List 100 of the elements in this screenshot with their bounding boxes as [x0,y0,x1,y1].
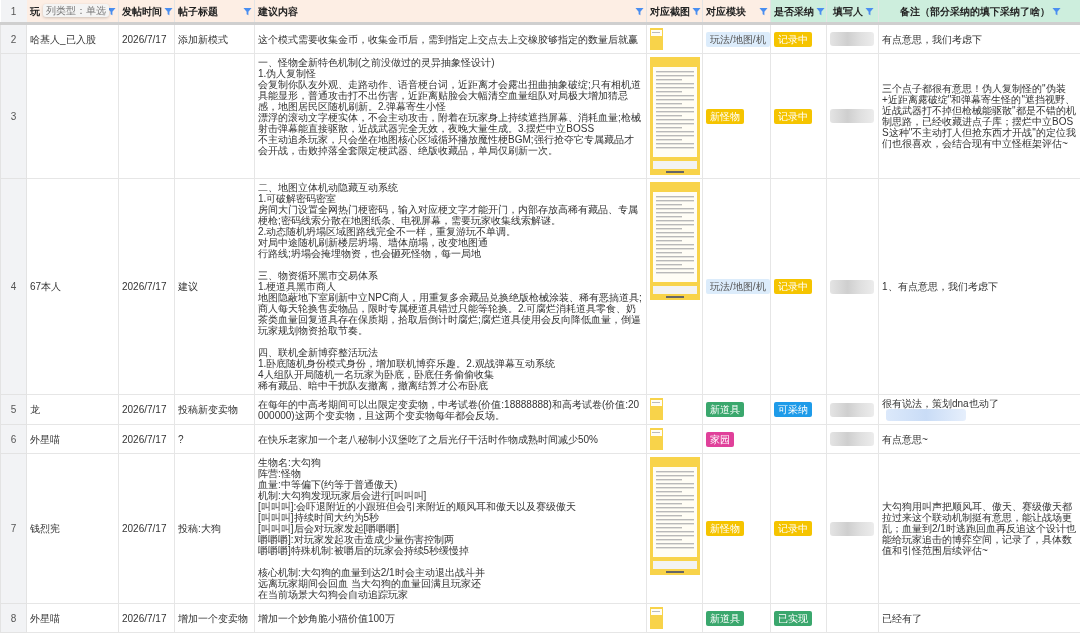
header-label: 帖子标题 [178,5,218,17]
row-number: 8 [0,603,27,633]
suggestion-text: 核心机制:大勾狗的血量到达2/1时会主动退出战斗并 [258,567,486,579]
screenshot-thumbnail[interactable] [650,57,700,175]
header-label: 备注（部分采纳的填下采纳了啥） [899,5,1050,17]
header-label: 玩 [29,5,40,17]
suggestion-text: [叫叫叫]持续时间大约为5秒 [258,512,380,524]
row-number: 2 [0,23,27,54]
module-tag: 新怪物 [706,108,744,124]
column-type-tooltip: 列类型：单选 [42,4,109,17]
post-title: 投稿新变卖物 [174,394,255,425]
post-title: 建议 [174,178,255,395]
header-label: 是否采纳 [774,5,814,17]
player-name: 67本人 [26,178,119,395]
screenshot-thumbnail[interactable] [650,457,700,576]
suggestion-text: 1.卧底随机身份模式身份，增加联机博弈乐趣。2.观战弹幕互动系统 [258,358,556,369]
player-name: 外星喵 [26,603,119,633]
screenshot-thumbnail[interactable] [650,28,663,50]
suggestion-text: 1.梗道具黑市商人 [258,281,337,292]
adoption-tag: 记录中 [774,279,812,294]
adoption-tag: 记录中 [774,31,812,47]
suggestion-text: 一、怪物全新特色机制(之前没做过的灵异抽象怪设计) [258,57,496,68]
row-number: 7 [0,453,27,604]
suggestion-text: 1.伪人复制怪 [258,68,317,79]
suggestion-text: [叫叫叫]:会吓退附近的小跟班但会引来附近的顺风耳和傲天以及赛级傲天 [258,501,578,513]
suggestion-text: 嚼嚼嚼]:对玩家发起攻击造成少量伤害控制两 [258,534,454,546]
suggestion-text: 稀有藏品、暗中干扰队友撤离，撤离结算才公布卧底 [258,380,489,391]
post-title: 增加一个变卖物 [174,603,255,633]
adoption-tag: 记录中 [774,521,812,537]
suggestion-text: 会复制你队友外观、走路动作、语音梗台词，近距离才会露出扭曲抽象破绽;只有相机道具能显形，普通攻击打不出伤害，近距离贴脸会大幅清空血量组队对局极大增加猜忌感，地图居民区随机刷新。2.弹幕寄生小怪 [258,79,642,112]
note-text: 1、有点意思，我们考虑下 [882,281,998,292]
suggestion-text: 房间大门设置全网热门梗密码，输入对应梗文字才能开门，内部存放高稀有藏品、专属梗枪;密码线索分散在地图纸条、电视屏幕，需要玩家收集线索解谜。 [258,204,639,226]
suggestion-text: 在快乐老家加一个老八秘制小汉堡吃了之后光仔干活时作物成熟时间减少50% [258,433,599,445]
filter-icon[interactable] [1051,6,1061,16]
post-date: 2026/7/17 [118,424,175,454]
suggestion-text: 2.动态随机坍塌区域图路线完全不一样，重复游玩不单调。 [258,226,518,237]
screenshot-thumbnail[interactable] [650,398,663,420]
suggestion-text: 阵营:怪物 [258,468,302,480]
suggestion-text: 地图隐蔽地下室刷新中立NPC商人，用重复多余藏品兑换绝版枪械涂装、稀有恶搞道具;商人每天轮换售卖物品，限时专属梗道具错过只能等轮换。2.可腐烂消耗道具零食、奶茶类血量回复道具存在保质期，拾取后倒计时腐烂;腐烂道具使用会反向降低血量，倒逼玩家规划物资拾取节奏。 [258,292,643,336]
row-number: 5 [0,394,27,425]
module-tag: 新道具 [706,610,744,626]
note-text: 有点意思~ [882,433,928,445]
suggestion-text: 4人组队开局随机一名玩家为卧底，卧底任务偷偷收集 [258,369,494,380]
suggestion-text: 机制:大勾狗发现玩家后会进行[叫叫叫] [258,490,427,502]
row-number: 6 [0,424,27,454]
screenshot-thumbnail[interactable] [650,607,663,630]
screenshot-thumbnail[interactable] [650,428,663,451]
note-text: 大勾狗用叫声把顺风耳、傲天、赛级傲天都拉过来这个联动机制挺有意思，能让战场更乱；血量到2/1时逃跑回血再反追这个设计也能给玩家追击的博弈空间，记录了，具体数值和引怪范围后续评估~ [882,501,1076,557]
filter-icon[interactable] [864,6,874,16]
suggestion-text: 生物名:大勾狗 [258,457,322,469]
module-tag: 玩法/地图/机 [706,279,770,294]
player-name: 哈基人_已入股 [26,23,119,54]
note-text: 已经有了 [882,612,922,624]
note-text: 三个点子都很有意思！伪人复制怪的"伪装+近距离露破绽"和弹幕寄生怪的"遮挡视野、近战武器打不掉但枪械能驱散"都是不错的机制思路，已经收藏进点子库；摆烂中立BOSS这种"不主动打人但抢东西才开战"的定位我们也很喜欢，会结合现有中立怪框架评估~ [882,83,1076,149]
suggestion-text: 三、物资循环黑市交易体系 [258,270,379,281]
header-label: 建议内容 [258,5,298,17]
adoption-tag: 可采纳 [774,402,812,418]
filter-icon[interactable] [759,6,768,16]
screenshot-thumbnail[interactable] [650,182,700,300]
note-text: 很有说法，策划dna也动了 [882,398,999,409]
post-date: 2026/7/17 [118,394,175,425]
suggestion-text: 漂浮的滚动文字梗实体，不会主动攻击，附着在玩家身上持续遮挡屏幕、消耗血量;枪械射击弹幕能直接驱散，近战武器完全无效，夜晚大量生成。3.摆烂中立BOSS [258,112,642,134]
module-tag: 玩法/地图/机 [706,31,770,47]
module-tag: 新怪物 [706,521,744,537]
suggestion-text: 对局中途随机刷新楼层坍塌、墙体崩塌，改变地图通 [258,237,488,248]
header-label: 填写人 [832,5,863,17]
player-name: 外星喵 [26,424,119,454]
row-number: 1 [0,0,27,24]
module-tag: 新道具 [706,402,744,418]
suggestion-text: 在每年的中高考期间可以出限定变卖物，中考试卷(价值:18888888)和高考试卷(价值:20000000)这两个变卖物，且这两个变卖物每年都会反场。 [258,398,641,421]
suggestion-text: 嚼嚼嚼]特殊机制:被嚼后的玩家会持续5秒缓慢掉 [258,545,471,557]
post-date: 2026/7/17 [118,453,175,604]
suggestion-text: 行路线;坍塌会掩埋物资，也会砸死怪物，每一局地 [258,248,482,259]
module-tag: 家园 [706,431,734,447]
suggestion-text: 增加一个妙角脆小猫价值100万 [258,612,396,624]
post-date: 2026/7/17 [118,23,175,54]
suggestion-text: 在当前场景大勾狗会自动追踪玩家 [258,589,409,601]
suggestion-text: 二、地图立体机动隐藏互动系统 [258,182,399,193]
post-title: 添加新模式 [174,23,255,54]
suggestion-text: [叫叫叫]后会对玩家发起[嚼嚼嚼] [258,523,400,535]
suggestion-text: 四、联机全新博弈整活玩法 [258,347,379,358]
suggestion-text: 这个模式需要收集金币，收集金币后，需到指定上交点去上交橡胶够指定的数量后就赢 [258,33,639,45]
suggestion-text: 血量:中等偏下(约等于普通傲天) [258,479,398,491]
post-date: 2026/7/17 [118,178,175,395]
filter-icon[interactable] [635,6,644,16]
suggestion-text: 不主动追杀玩家，只会坐在地图核心区域循环播放魔性梗BGM;强行抢夺它专属藏品才会开战，击败掉落全套限定梗武器、绝版收藏品，单局仅刷新一次。 [258,134,635,156]
filter-icon[interactable] [243,6,252,16]
header-label: 发帖时间 [122,5,162,17]
row-number: 4 [0,178,27,395]
post-title: 投稿:大狗 [174,453,255,604]
adoption-tag: 已实现 [774,610,812,626]
player-name: 龙 [26,394,119,425]
post-date: 2026/7/17 [118,603,175,633]
suggestion-text: 1.可破解密码密室 [258,193,337,204]
suggestion-text: 远离玩家期间会回血 当大勾狗的血量回满且玩家还 [258,578,481,590]
header-label: 对应截图 [650,5,690,17]
post-title: ? [174,424,255,454]
note-text: 有点意思，我们考虑下 [882,33,982,45]
header-label: 对应模块 [706,5,746,17]
player-name: 钱烈宪 [26,453,119,604]
